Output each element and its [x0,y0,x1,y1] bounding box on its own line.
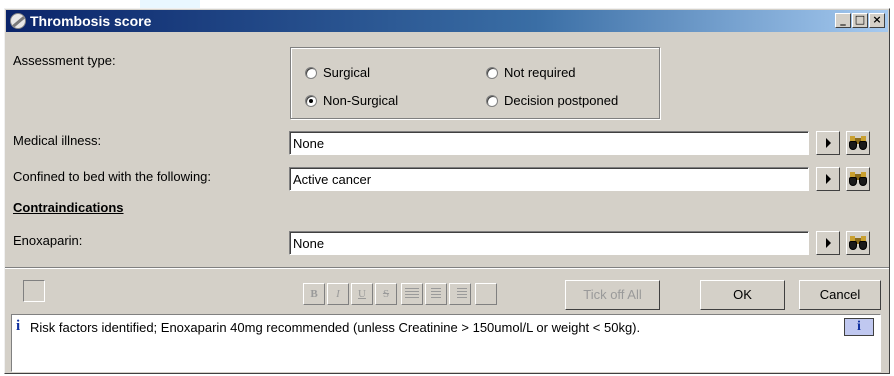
confined-to-bed-field[interactable]: Active cancer [289,167,809,191]
contraindications-heading: Contraindications [13,200,124,215]
radio-decision-postponed-button[interactable] [486,94,498,107]
radio-not-required[interactable]: Not required [486,65,576,80]
ok-button[interactable]: OK [700,280,785,310]
confined-to-bed-dropdown-button[interactable] [816,167,840,191]
maximize-button[interactable]: □ [852,13,868,28]
confined-to-bed-search-button[interactable] [846,167,870,191]
radio-decision-postponed-label: Decision postponed [504,93,619,108]
radio-not-required-label: Not required [504,65,576,80]
enoxaparin-dropdown-button[interactable] [816,231,840,255]
arrow-right-icon [825,174,831,184]
arrow-right-icon [825,138,831,148]
enoxaparin-field[interactable]: None [289,231,809,255]
medical-illness-field[interactable]: None [289,131,809,155]
window-title: Thrombosis score [30,13,152,29]
align-left-icon [405,288,419,300]
arrow-right-icon [825,238,831,248]
radio-not-required-button[interactable] [486,66,498,79]
message-area: i Risk factors identified; Enoxaparin 40… [11,314,881,372]
italic-button[interactable]: I [327,283,349,305]
thrombosis-score-window: Thrombosis score _ □ × Assessment type: … [4,8,890,374]
radio-surgical-label: Surgical [323,65,370,80]
radio-non-surgical-button[interactable] [305,94,317,107]
radio-surgical[interactable]: Surgical [305,65,370,80]
assessment-type-group: Surgical Non-Surgical Not required Decis… [290,47,660,119]
binoculars-icon [849,136,867,150]
underline-button[interactable]: U [351,283,373,305]
radio-non-surgical[interactable]: Non-Surgical [305,93,398,108]
medical-illness-label: Medical illness: [13,133,102,148]
align-right-icon [457,288,467,300]
align-left-button[interactable] [401,283,423,305]
tick-off-all-button[interactable]: Tick off All [565,280,660,310]
underline-bar-button[interactable] [475,283,497,305]
info-icon: i [16,318,21,334]
strikethrough-button[interactable]: S [375,283,397,305]
medical-illness-search-button[interactable] [846,131,870,155]
confined-to-bed-label: Confined to bed with the following: [13,169,212,184]
title-bar[interactable]: Thrombosis score _ □ × [6,10,888,32]
enoxaparin-label: Enoxaparin: [13,233,83,248]
align-center-icon [431,288,441,300]
radio-decision-postponed[interactable]: Decision postponed [486,93,618,108]
radio-non-surgical-label: Non-Surgical [323,93,399,108]
message-text: Risk factors identified; Enoxaparin 40mg… [30,320,641,335]
assessment-type-label: Assessment type: [13,53,116,68]
align-center-button[interactable] [425,283,447,305]
radio-surgical-button[interactable] [305,66,317,79]
binoculars-icon [849,236,867,250]
cancel-button[interactable]: Cancel [799,280,881,310]
app-icon[interactable] [10,13,26,29]
toolbar-checkbox[interactable] [23,280,45,302]
bold-button[interactable]: B [303,283,325,305]
close-button[interactable]: × [869,13,885,28]
enoxaparin-search-button[interactable] [846,231,870,255]
info-button[interactable]: i [844,318,874,336]
align-right-button[interactable] [449,283,471,305]
binoculars-icon [849,172,867,186]
minimize-button[interactable]: _ [835,13,851,28]
medical-illness-dropdown-button[interactable] [816,131,840,155]
section-divider [5,267,889,269]
